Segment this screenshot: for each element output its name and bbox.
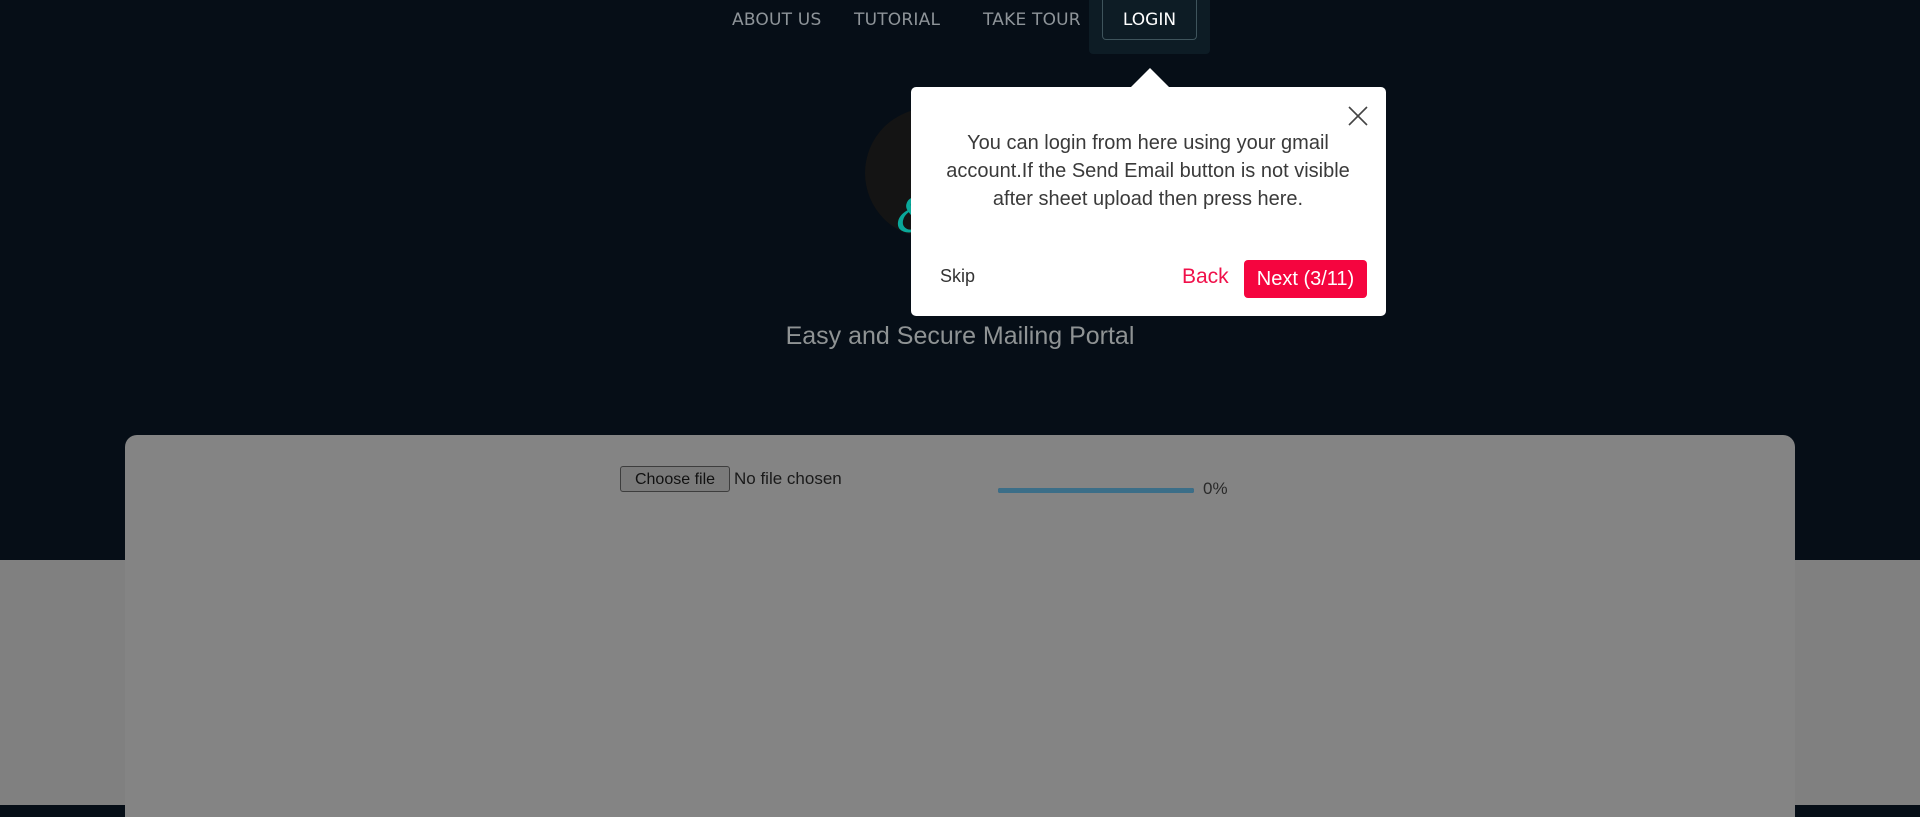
top-nav: ABOUT US TUTORIAL TAKE TOUR LOGIN — [0, 0, 1920, 54]
upload-card — [125, 435, 1795, 817]
popover-arrow — [1130, 68, 1170, 88]
tour-popover-message: You can login from here using your gmail… — [946, 132, 1350, 210]
nav-tutorial[interactable]: TUTORIAL — [854, 10, 940, 30]
nav-take-tour[interactable]: TAKE TOUR — [983, 10, 1081, 30]
close-icon[interactable] — [1345, 103, 1371, 129]
next-button[interactable]: Next (3/11) — [1244, 260, 1367, 298]
upload-progress-percent: 0% — [1203, 479, 1228, 498]
tagline-text: Easy and Secure Mailing Portal — [785, 322, 1135, 350]
nav-about-us[interactable]: ABOUT US — [732, 10, 821, 30]
skip-button[interactable]: Skip — [940, 266, 975, 287]
login-button[interactable]: LOGIN — [1102, 0, 1197, 40]
choose-file-button[interactable]: Choose file — [620, 466, 730, 492]
back-button[interactable]: Back — [1182, 265, 1229, 289]
upload-progress-fill — [998, 488, 1194, 493]
file-status-text: No file chosen — [734, 469, 842, 488]
tagline: Easy and Secure Mailing Portal — [0, 322, 1920, 351]
upload-progress-bar — [998, 488, 1194, 493]
